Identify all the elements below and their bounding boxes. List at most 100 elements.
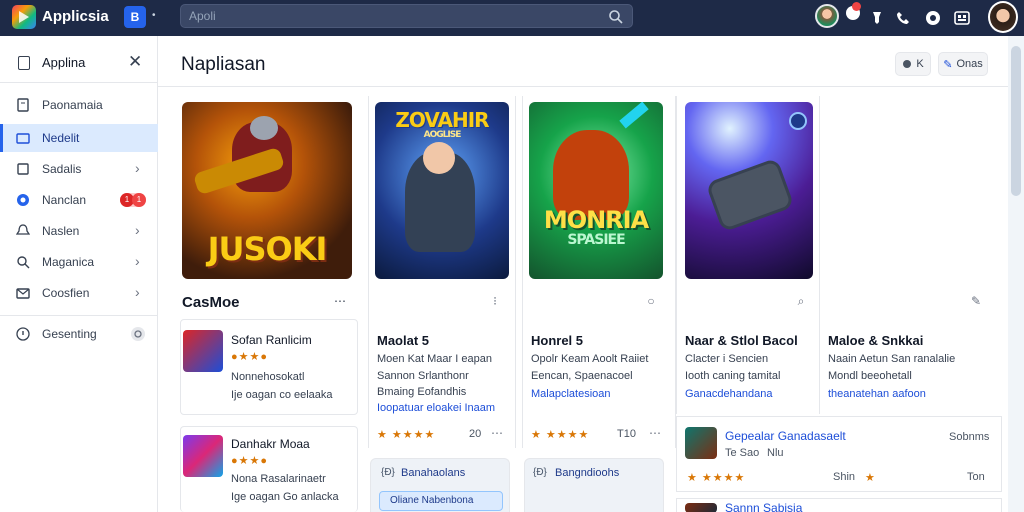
search-bar[interactable] [180,4,633,28]
card-line: Opolr Keam Aoolt Raiiet [531,353,649,365]
app-title: Applicsia [42,8,109,25]
list-item[interactable]: Gepealar Ganadasaelt Sobnms Te Sao Nlu ★… [676,416,1002,492]
card-title: CasMoe [182,294,240,311]
pin-icon[interactable] [866,7,888,29]
list-item[interactable]: Danhakr Moaa ●★★● Nona Rasalarinaetr Ige… [180,426,358,512]
game-card[interactable]: ZOVAHIR AOGLISE ⁝ Maolat 5 Moen Kat Maar… [368,96,516,448]
panel-label: Banahaolans [401,467,466,479]
game-art[interactable]: ZOVAHIR AOGLISE [375,102,509,279]
search-icon[interactable]: ⌕ [793,294,809,310]
list-item-sub: Te Sao [725,447,760,459]
list-item[interactable]: Sannn Sabisia [676,498,1002,512]
list-item-title[interactable]: Sannn Sabisia [725,501,802,512]
tag-icon: {Ð} [381,467,395,478]
list-item-sub2: Nlu [767,447,784,459]
workspace-icon[interactable]: B [124,6,146,28]
game-card[interactable]: ⌕ Naar & Stlol Bacol Clacter i Sencien I… [676,96,820,414]
rating-stars: ★ ★★★★ [531,429,590,441]
folder-icon [16,133,30,144]
list-item-title: Danhakr Moaa [231,437,310,451]
rating-stars: ★ ★★★★ [377,429,436,441]
category-panel[interactable]: {Ð} Banahaolans Oliane Nabenbona [370,458,510,512]
sidebar-item-paonamaia[interactable]: Paonamaia [0,91,158,119]
sidebar-item-label: Nedelit [42,131,80,145]
help-icon[interactable] [922,7,944,29]
panel-pill[interactable]: Oliane Nabenbona [379,491,503,511]
search-input[interactable] [189,8,589,24]
sidebar-item-label: Naslen [42,224,80,238]
app-logo-icon[interactable] [12,5,36,29]
notification-dot [852,2,861,11]
list-item-line: Nona Rasalarinaetr [231,473,326,485]
sidebar-item-label: Coosfien [42,286,90,300]
game-art-subtitle: SPASIEE [567,232,625,248]
list-item-thumbnail [183,435,223,477]
sidebar-item-label: Sadalis [42,162,82,176]
sidebar-item-label: Gesenting [42,327,97,341]
filter-button-label: K [916,58,924,70]
circle-icon[interactable]: ○ [643,294,659,310]
game-art[interactable] [685,102,813,279]
card-link[interactable]: theanatehan aafoon [828,388,926,400]
game-art[interactable]: MONRIA SPASIEE [529,102,663,279]
contact-avatar[interactable] [815,4,839,28]
circle-icon [903,60,912,68]
tag-icon: {Ð} [533,467,547,478]
sidebar-item-maganica[interactable]: Maganica › [0,248,158,276]
rating-value: 20 [469,428,482,440]
panel-label: Bangndioohs [555,467,620,479]
list-item[interactable]: Sofan Ranlicim ●★★● Nonnehosokatl Ije oa… [180,319,358,415]
sidebar-item-coosfien[interactable]: Coosfien › [0,279,158,307]
count-badge: 1 1 [120,193,146,207]
card-line: Iooth caning tamital [685,370,781,382]
category-panel[interactable]: {Ð} Bangndioohs [524,458,664,512]
more-options-icon[interactable]: ⋯ [489,426,505,442]
card-title: Naar & Stlol Bacol [685,333,798,348]
list-item-title[interactable]: Gepealar Ganadasaelt [725,429,846,443]
sidebar-item-sadalis[interactable]: Sadalis › [0,155,158,183]
more-options-icon[interactable]: ⋯ [647,426,663,442]
card-line: Clacter i Sencien [685,353,769,365]
sidebar-item-gesenting[interactable]: Gesenting [0,320,158,348]
game-art-subtitle: AOGLISE [423,130,462,140]
orb-shape [789,112,807,130]
card-link[interactable]: Ioopatuar eloakei Inaam [377,402,495,414]
game-art[interactable]: JUSOKI [182,102,352,279]
scrollbar-thumb[interactable] [1011,46,1021,196]
edit-icon[interactable]: ✎ [968,294,984,310]
close-icon[interactable]: ✕ [128,52,142,72]
top-bar: Applicsia B • [0,0,1024,36]
edit-button[interactable]: ✎ Onas [938,52,988,76]
card-line: Sannon Srlanthonr [377,370,469,382]
card-link[interactable]: Malapclatesioan [531,388,611,400]
game-card[interactable]: MONRIA SPASIEE ○ Honrel 5 Opolr Keam Aoo… [522,96,676,448]
filter-button[interactable]: K [895,52,931,76]
share-icon[interactable]: ⁝ [487,294,503,310]
card-title: Maolat 5 [377,333,430,348]
weapon-shape [619,102,649,129]
card-line: Eencan, Spaenacoel [531,370,633,382]
apps-grid-icon[interactable] [951,7,973,29]
settings-icon[interactable] [130,326,146,342]
document-icon [17,98,29,112]
sidebar-item-naslen[interactable]: Naslen › [0,217,158,245]
chevron-right-icon: › [135,222,140,238]
sidebar-header: Applina ✕ [0,48,158,78]
card-link[interactable]: Ganacdehandana [685,388,772,400]
game-art-title: JUSOKI [207,230,328,268]
game-art-title: MONRIA [543,206,649,234]
phone-icon[interactable] [892,7,914,29]
search-icon[interactable] [608,9,624,25]
workspace-dropdown-icon[interactable]: • [152,10,156,21]
user-avatar[interactable] [988,1,1018,33]
sidebar-item-nedelit[interactable]: Nedelit [0,124,158,152]
edit-icon: ✎ [943,58,953,71]
sidebar-item-label: Maganica [42,255,95,269]
divider [158,86,1008,87]
sidebar-item-nanclan[interactable]: Nanclan 1 1 [0,186,158,214]
bell-icon [16,224,30,235]
card-line: Mondl beeohetall [828,370,912,382]
more-options-icon[interactable]: ⋯ [332,294,348,310]
divider [0,82,158,83]
game-card[interactable]: ✎ Maloe & Snkkai Naain Aetun San ranalal… [820,96,1002,414]
